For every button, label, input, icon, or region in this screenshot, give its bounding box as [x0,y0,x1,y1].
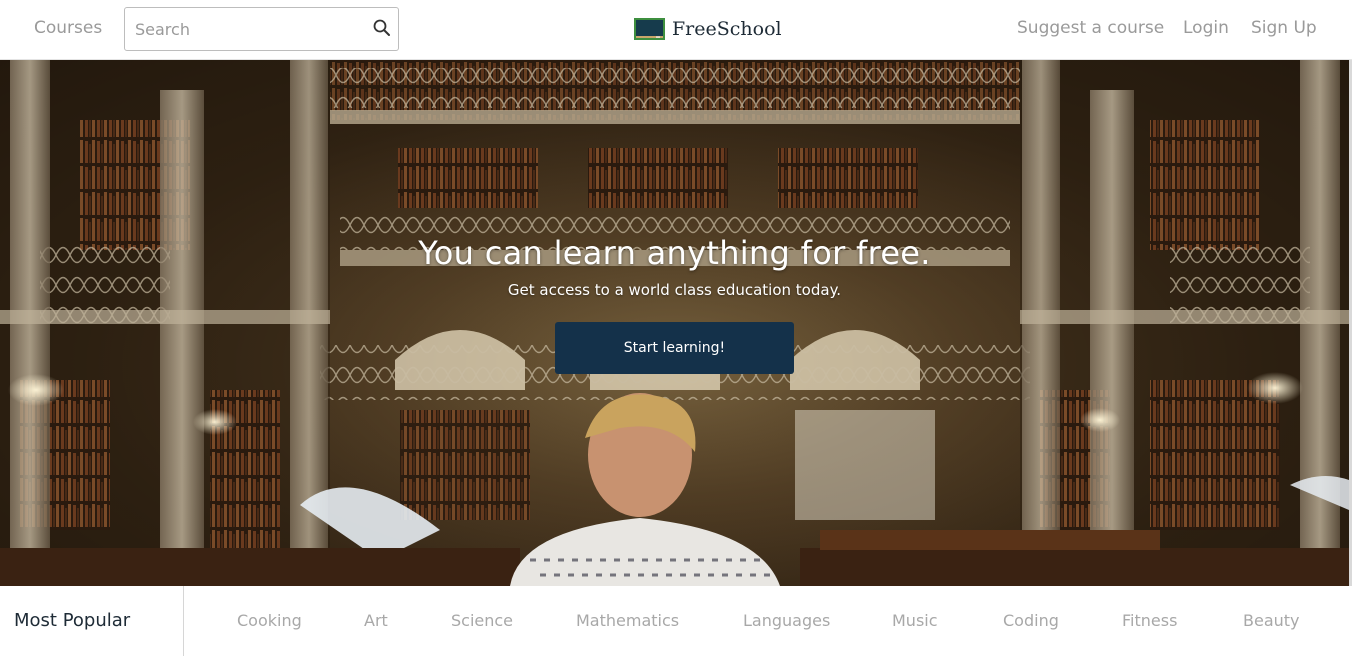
hero-subtitle: Get access to a world class education to… [507,281,842,299]
most-popular-heading: Most Popular [14,610,131,631]
hero-title: You can learn anything for free. [418,234,931,272]
category-fitness[interactable]: Fitness [1122,611,1177,630]
brand-name: FreeSchool [672,18,782,40]
login-link[interactable]: Login [1183,18,1229,38]
popular-categories-bar: Most Popular Cooking Art Science Mathema… [0,586,1352,656]
category-beauty[interactable]: Beauty [1243,611,1300,630]
courses-link[interactable]: Courses [34,18,102,38]
category-science[interactable]: Science [451,611,513,630]
category-cooking[interactable]: Cooking [237,611,302,630]
hero-banner: You can learn anything for free. Get acc… [0,60,1349,586]
category-music[interactable]: Music [892,611,938,630]
chalkboard-logo-icon [634,18,665,40]
top-navbar: Courses FreeSchool Suggest a course Logi… [0,0,1352,60]
category-art[interactable]: Art [364,611,388,630]
divider [183,586,184,656]
search-icon[interactable] [372,18,392,38]
start-learning-button[interactable]: Start learning! [555,322,794,374]
brand-logo-link[interactable]: FreeSchool [634,16,782,42]
category-mathematics[interactable]: Mathematics [576,611,679,630]
category-coding[interactable]: Coding [1003,611,1059,630]
signup-link[interactable]: Sign Up [1251,18,1317,38]
search-box[interactable] [124,7,399,51]
search-input[interactable] [135,8,365,50]
category-languages[interactable]: Languages [743,611,830,630]
suggest-course-link[interactable]: Suggest a course [1017,18,1164,38]
